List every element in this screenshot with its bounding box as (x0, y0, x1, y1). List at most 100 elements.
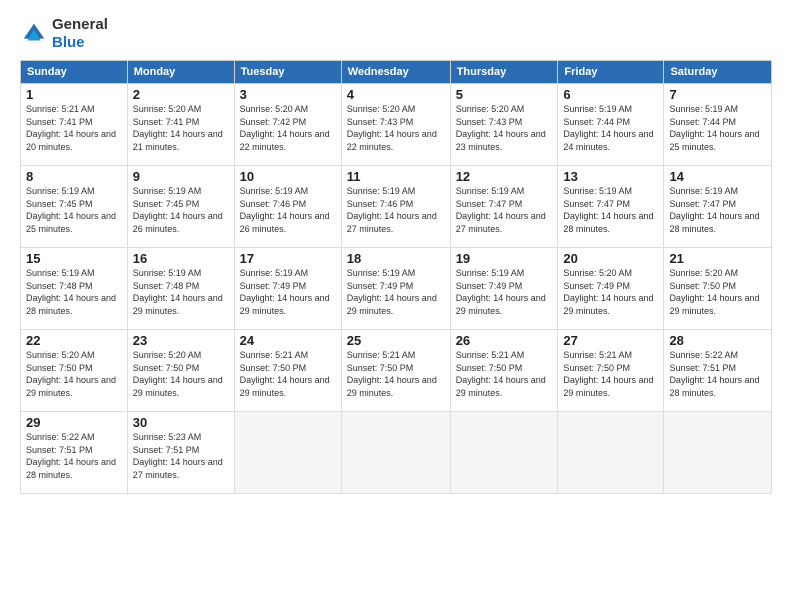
sunrise-label: Sunrise: 5:21 AM (240, 350, 309, 360)
calendar-cell (558, 412, 664, 494)
calendar-cell: 10 Sunrise: 5:19 AM Sunset: 7:46 PM Dayl… (234, 166, 341, 248)
day-info: Sunrise: 5:21 AM Sunset: 7:50 PM Dayligh… (240, 349, 336, 399)
day-info: Sunrise: 5:20 AM Sunset: 7:43 PM Dayligh… (456, 103, 553, 153)
daylight-label: Daylight: 14 hours and 29 minutes. (563, 375, 653, 398)
daylight-label: Daylight: 14 hours and 29 minutes. (347, 293, 437, 316)
daylight-label: Daylight: 14 hours and 29 minutes. (456, 293, 546, 316)
calendar-cell (664, 412, 772, 494)
day-number: 10 (240, 169, 336, 184)
sunrise-label: Sunrise: 5:20 AM (456, 104, 525, 114)
day-info: Sunrise: 5:22 AM Sunset: 7:51 PM Dayligh… (669, 349, 766, 399)
daylight-label: Daylight: 14 hours and 28 minutes. (669, 211, 759, 234)
day-number: 12 (456, 169, 553, 184)
sunset-label: Sunset: 7:50 PM (456, 363, 523, 373)
calendar-cell: 17 Sunrise: 5:19 AM Sunset: 7:49 PM Dayl… (234, 248, 341, 330)
day-number: 11 (347, 169, 445, 184)
sunset-label: Sunset: 7:46 PM (347, 199, 414, 209)
day-number: 8 (26, 169, 122, 184)
sunrise-label: Sunrise: 5:19 AM (240, 268, 309, 278)
sunrise-label: Sunrise: 5:20 AM (133, 104, 202, 114)
day-info: Sunrise: 5:19 AM Sunset: 7:44 PM Dayligh… (563, 103, 658, 153)
sunrise-label: Sunrise: 5:19 AM (240, 186, 309, 196)
day-number: 21 (669, 251, 766, 266)
day-info: Sunrise: 5:23 AM Sunset: 7:51 PM Dayligh… (133, 431, 229, 481)
day-info: Sunrise: 5:19 AM Sunset: 7:47 PM Dayligh… (669, 185, 766, 235)
sunset-label: Sunset: 7:50 PM (669, 281, 736, 291)
day-number: 27 (563, 333, 658, 348)
daylight-label: Daylight: 14 hours and 20 minutes. (26, 129, 116, 152)
sunset-label: Sunset: 7:46 PM (240, 199, 307, 209)
sunset-label: Sunset: 7:49 PM (563, 281, 630, 291)
day-info: Sunrise: 5:19 AM Sunset: 7:44 PM Dayligh… (669, 103, 766, 153)
sunset-label: Sunset: 7:49 PM (240, 281, 307, 291)
sunset-label: Sunset: 7:43 PM (456, 117, 523, 127)
day-info: Sunrise: 5:20 AM Sunset: 7:41 PM Dayligh… (133, 103, 229, 153)
sunrise-label: Sunrise: 5:20 AM (347, 104, 416, 114)
day-number: 13 (563, 169, 658, 184)
daylight-label: Daylight: 14 hours and 28 minutes. (26, 457, 116, 480)
day-info: Sunrise: 5:19 AM Sunset: 7:49 PM Dayligh… (240, 267, 336, 317)
day-number: 7 (669, 87, 766, 102)
sunset-label: Sunset: 7:48 PM (133, 281, 200, 291)
sunset-label: Sunset: 7:47 PM (563, 199, 630, 209)
calendar-cell: 25 Sunrise: 5:21 AM Sunset: 7:50 PM Dayl… (341, 330, 450, 412)
calendar-header-row: SundayMondayTuesdayWednesdayThursdayFrid… (21, 61, 772, 84)
sunrise-label: Sunrise: 5:22 AM (26, 432, 95, 442)
sunrise-label: Sunrise: 5:23 AM (133, 432, 202, 442)
logo-blue: Blue (52, 34, 85, 51)
daylight-label: Daylight: 14 hours and 28 minutes. (669, 375, 759, 398)
sunset-label: Sunset: 7:47 PM (456, 199, 523, 209)
day-number: 22 (26, 333, 122, 348)
day-info: Sunrise: 5:20 AM Sunset: 7:50 PM Dayligh… (26, 349, 122, 399)
calendar-cell: 8 Sunrise: 5:19 AM Sunset: 7:45 PM Dayli… (21, 166, 128, 248)
sunrise-label: Sunrise: 5:20 AM (26, 350, 95, 360)
day-number: 4 (347, 87, 445, 102)
calendar-cell: 7 Sunrise: 5:19 AM Sunset: 7:44 PM Dayli… (664, 84, 772, 166)
sunrise-label: Sunrise: 5:19 AM (669, 104, 738, 114)
calendar-cell: 30 Sunrise: 5:23 AM Sunset: 7:51 PM Dayl… (127, 412, 234, 494)
calendar-table: SundayMondayTuesdayWednesdayThursdayFrid… (20, 60, 772, 494)
sunset-label: Sunset: 7:50 PM (563, 363, 630, 373)
sunrise-label: Sunrise: 5:19 AM (669, 186, 738, 196)
daylight-label: Daylight: 14 hours and 21 minutes. (133, 129, 223, 152)
day-info: Sunrise: 5:22 AM Sunset: 7:51 PM Dayligh… (26, 431, 122, 481)
calendar-cell: 24 Sunrise: 5:21 AM Sunset: 7:50 PM Dayl… (234, 330, 341, 412)
day-number: 28 (669, 333, 766, 348)
sunrise-label: Sunrise: 5:20 AM (563, 268, 632, 278)
sunset-label: Sunset: 7:50 PM (26, 363, 93, 373)
daylight-label: Daylight: 14 hours and 29 minutes. (563, 293, 653, 316)
sunrise-label: Sunrise: 5:19 AM (347, 268, 416, 278)
sunset-label: Sunset: 7:49 PM (456, 281, 523, 291)
sunrise-label: Sunrise: 5:21 AM (563, 350, 632, 360)
day-info: Sunrise: 5:19 AM Sunset: 7:47 PM Dayligh… (456, 185, 553, 235)
sunset-label: Sunset: 7:50 PM (347, 363, 414, 373)
sunset-label: Sunset: 7:45 PM (26, 199, 93, 209)
day-info: Sunrise: 5:19 AM Sunset: 7:48 PM Dayligh… (133, 267, 229, 317)
sunset-label: Sunset: 7:41 PM (133, 117, 200, 127)
daylight-label: Daylight: 14 hours and 24 minutes. (563, 129, 653, 152)
calendar-cell: 9 Sunrise: 5:19 AM Sunset: 7:45 PM Dayli… (127, 166, 234, 248)
calendar-cell: 20 Sunrise: 5:20 AM Sunset: 7:49 PM Dayl… (558, 248, 664, 330)
calendar-cell: 18 Sunrise: 5:19 AM Sunset: 7:49 PM Dayl… (341, 248, 450, 330)
day-info: Sunrise: 5:19 AM Sunset: 7:49 PM Dayligh… (347, 267, 445, 317)
day-info: Sunrise: 5:21 AM Sunset: 7:50 PM Dayligh… (456, 349, 553, 399)
page: General Blue SundayMondayTuesdayWednesda… (0, 0, 792, 612)
day-number: 20 (563, 251, 658, 266)
calendar-cell: 28 Sunrise: 5:22 AM Sunset: 7:51 PM Dayl… (664, 330, 772, 412)
calendar-week-1: 1 Sunrise: 5:21 AM Sunset: 7:41 PM Dayli… (21, 84, 772, 166)
sunset-label: Sunset: 7:44 PM (669, 117, 736, 127)
calendar-cell: 26 Sunrise: 5:21 AM Sunset: 7:50 PM Dayl… (450, 330, 558, 412)
daylight-label: Daylight: 14 hours and 25 minutes. (669, 129, 759, 152)
col-header-tuesday: Tuesday (234, 61, 341, 84)
sunrise-label: Sunrise: 5:22 AM (669, 350, 738, 360)
col-header-friday: Friday (558, 61, 664, 84)
day-number: 23 (133, 333, 229, 348)
daylight-label: Daylight: 14 hours and 22 minutes. (347, 129, 437, 152)
sunset-label: Sunset: 7:42 PM (240, 117, 307, 127)
daylight-label: Daylight: 14 hours and 29 minutes. (669, 293, 759, 316)
sunrise-label: Sunrise: 5:19 AM (563, 104, 632, 114)
day-number: 26 (456, 333, 553, 348)
sunrise-label: Sunrise: 5:19 AM (563, 186, 632, 196)
day-info: Sunrise: 5:20 AM Sunset: 7:50 PM Dayligh… (133, 349, 229, 399)
day-info: Sunrise: 5:19 AM Sunset: 7:45 PM Dayligh… (133, 185, 229, 235)
